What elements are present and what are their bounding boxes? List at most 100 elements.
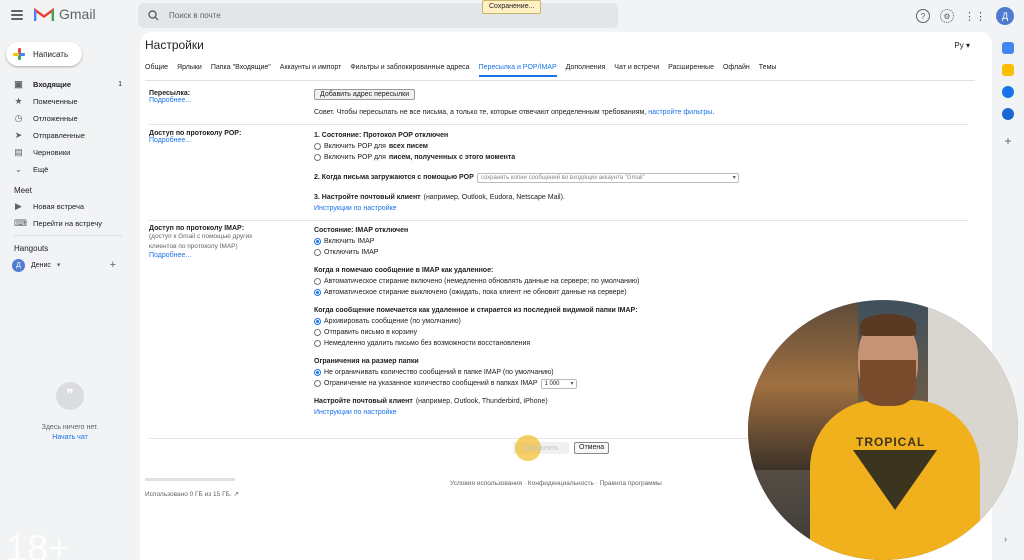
main-menu-button[interactable] (10, 8, 24, 22)
imap-description: (доступ к Gmail с помощью других клиенто… (149, 233, 253, 250)
contacts-icon[interactable] (1002, 108, 1014, 120)
gmail-logo[interactable]: Gmail (34, 6, 96, 22)
age-rating-watermark: 18+ (6, 528, 71, 560)
tab-accounts[interactable]: Аккаунты и импорт (280, 64, 342, 77)
pop-option-from-now[interactable]: Включить POP для писем, полученных с это… (314, 152, 969, 163)
calendar-icon[interactable] (1002, 42, 1014, 54)
create-filters-link[interactable]: настройте фильтры (648, 109, 712, 116)
footer-links[interactable]: Условия использования · Конфиденциальнос… (450, 480, 662, 487)
settings-gear-icon[interactable]: ⚙ (940, 9, 954, 23)
tab-offline[interactable]: Офлайн (723, 64, 750, 77)
tab-filters[interactable]: Фильтры и заблокированные адреса (350, 64, 469, 77)
search-placeholder: Поиск в почте (169, 11, 221, 20)
imap-delete-option-1[interactable]: Автоматическое стирание включено (немедл… (314, 276, 969, 287)
imap-disable-option[interactable]: Отключить IMAP (314, 247, 969, 258)
chevron-down-icon[interactable]: ▾ (57, 261, 61, 269)
save-changes-button[interactable]: Сохранить (513, 435, 569, 461)
radio-button[interactable] (314, 143, 321, 150)
add-forwarding-address-button[interactable]: Добавить адрес пересылки (314, 89, 416, 100)
nav-item-new-meeting[interactable]: ▶ Новая встреча (0, 198, 130, 215)
imap-expunge-opt2: Отправить письмо в корзину (324, 329, 418, 336)
pop-option-all[interactable]: Включить POP для всех писем (314, 141, 969, 152)
pop-learn-more-link[interactable]: Подробнее... (149, 137, 191, 144)
empty-chat-text: Здесь ничего нет. (41, 424, 99, 431)
tab-advanced[interactable]: Расширенные (668, 64, 714, 77)
forwarding-tip-text: Совет. Чтобы пересылать не все письма, а… (314, 109, 647, 116)
nav-label: Новая встреча (33, 202, 85, 211)
nav-item-inbox[interactable]: ▣ Входящие 1 (0, 76, 130, 93)
search-input[interactable]: Поиск в почте (138, 3, 618, 28)
tab-forwarding-pop-imap[interactable]: Пересылка и POP/IMAP (478, 64, 557, 77)
imap-learn-more-link[interactable]: Подробнее... (149, 252, 191, 259)
search-icon[interactable] (148, 10, 159, 21)
account-avatar[interactable]: Д (996, 7, 1014, 25)
shirt-print: TROPICAL (856, 435, 926, 449)
tab-addons[interactable]: Дополнения (566, 64, 606, 77)
star-icon: ★ (14, 96, 23, 106)
webcam-overlay: TROPICAL (748, 300, 1018, 560)
compose-label: Написать (33, 49, 69, 59)
tab-chat-meet[interactable]: Чат и встречи (614, 64, 659, 77)
pop-step3-bold: 3. Настройте почтовый клиент (314, 194, 421, 201)
imap-delete-option-2[interactable]: Автоматическое стирание выключено (ожида… (314, 287, 969, 298)
radio-button[interactable] (314, 154, 321, 161)
pop-row: Доступ по протоколу POP: Подробнее... 1.… (149, 125, 969, 221)
draft-icon: ▤ (14, 147, 23, 157)
compose-plus-icon (13, 48, 25, 60)
cancel-button[interactable]: Отмена (574, 442, 610, 454)
imap-label: Доступ по протоколу IMAP: (149, 225, 245, 232)
imap-enable-option[interactable]: Включить IMAP (314, 236, 969, 247)
storage-usage: Использовано 0 ГБ из 15 ГБ. (145, 491, 232, 498)
mail-nav: ▣ Входящие 1 ★ Помеченные ◷ Отложенные ➤… (0, 76, 130, 274)
nav-label: Помеченные (33, 97, 78, 106)
tab-themes[interactable]: Темы (759, 64, 777, 77)
radio-button[interactable] (314, 340, 321, 347)
pop-action-select[interactable]: сохранять копии сообщений во входящих ак… (476, 172, 739, 183)
compose-button[interactable]: Написать (6, 42, 82, 66)
nav-item-snoozed[interactable]: ◷ Отложенные (0, 110, 130, 127)
radio-button[interactable] (314, 329, 321, 336)
add-icon[interactable]: + (110, 259, 116, 271)
imap-delete-opt2: Автоматическое стирание выключено (ожида… (324, 289, 627, 296)
radio-button[interactable] (314, 249, 321, 256)
shirt-graphic (853, 450, 937, 510)
radio-button-selected[interactable] (314, 238, 321, 245)
chevron-down-icon: ⌄ (14, 164, 23, 174)
language-selector[interactable]: Ру ▾ (954, 41, 970, 50)
tab-labels[interactable]: Ярлыки (177, 64, 202, 77)
radio-button[interactable] (314, 278, 321, 285)
add-addon-icon[interactable]: + (992, 134, 1024, 148)
imap-limit-opt2: Ограничение на указанное количество сооб… (324, 380, 538, 387)
top-bar: Gmail Поиск в почте Сохранение... ? ⚙ ⋮⋮… (0, 0, 1024, 32)
presenter-beard (860, 360, 916, 406)
radio-button-selected[interactable] (314, 318, 321, 325)
pop-opt1-text: Включить POP для (324, 143, 386, 150)
imap-limit-select[interactable]: 1 000 (540, 378, 577, 389)
language-label: Ру (954, 41, 964, 50)
radio-button-selected[interactable] (314, 289, 321, 296)
tab-inbox[interactable]: Папка "Входящие" (211, 64, 271, 77)
start-chat-link[interactable]: Начать чат (0, 434, 140, 441)
pop-step3: 3. Настройте почтовый клиент (например, … (314, 192, 969, 203)
pop-instructions-link[interactable]: Инструкции по настройке (314, 203, 969, 214)
radio-button-selected[interactable] (314, 369, 321, 376)
radio-button[interactable] (314, 380, 321, 387)
forwarding-label: Пересылка: (149, 90, 191, 97)
apps-grid-icon[interactable]: ⋮⋮ (964, 10, 986, 23)
nav-item-more[interactable]: ⌄ Ещё (0, 161, 130, 178)
keep-icon[interactable] (1002, 64, 1014, 76)
imap-disable-text: Отключить IMAP (324, 249, 379, 256)
divider (14, 235, 122, 236)
nav-item-drafts[interactable]: ▤ Черновики (0, 144, 130, 161)
nav-item-sent[interactable]: ➤ Отправленные (0, 127, 130, 144)
tab-general[interactable]: Общие (145, 64, 168, 77)
tasks-icon[interactable] (1002, 86, 1014, 98)
nav-item-starred[interactable]: ★ Помеченные (0, 93, 130, 110)
nav-item-join-meeting[interactable]: ⌨ Перейти на встречу (0, 215, 130, 232)
external-link-icon[interactable]: ↗ (234, 491, 239, 498)
hangouts-user[interactable]: Д Денис ▾ + (0, 256, 130, 274)
empty-chat: ❞ Здесь ничего нет. Начать чат (0, 382, 140, 441)
forwarding-learn-more-link[interactable]: Подробнее... (149, 97, 191, 104)
help-icon[interactable]: ? (916, 9, 930, 23)
forwarding-label-cell: Пересылка: Подробнее... (149, 86, 314, 124)
